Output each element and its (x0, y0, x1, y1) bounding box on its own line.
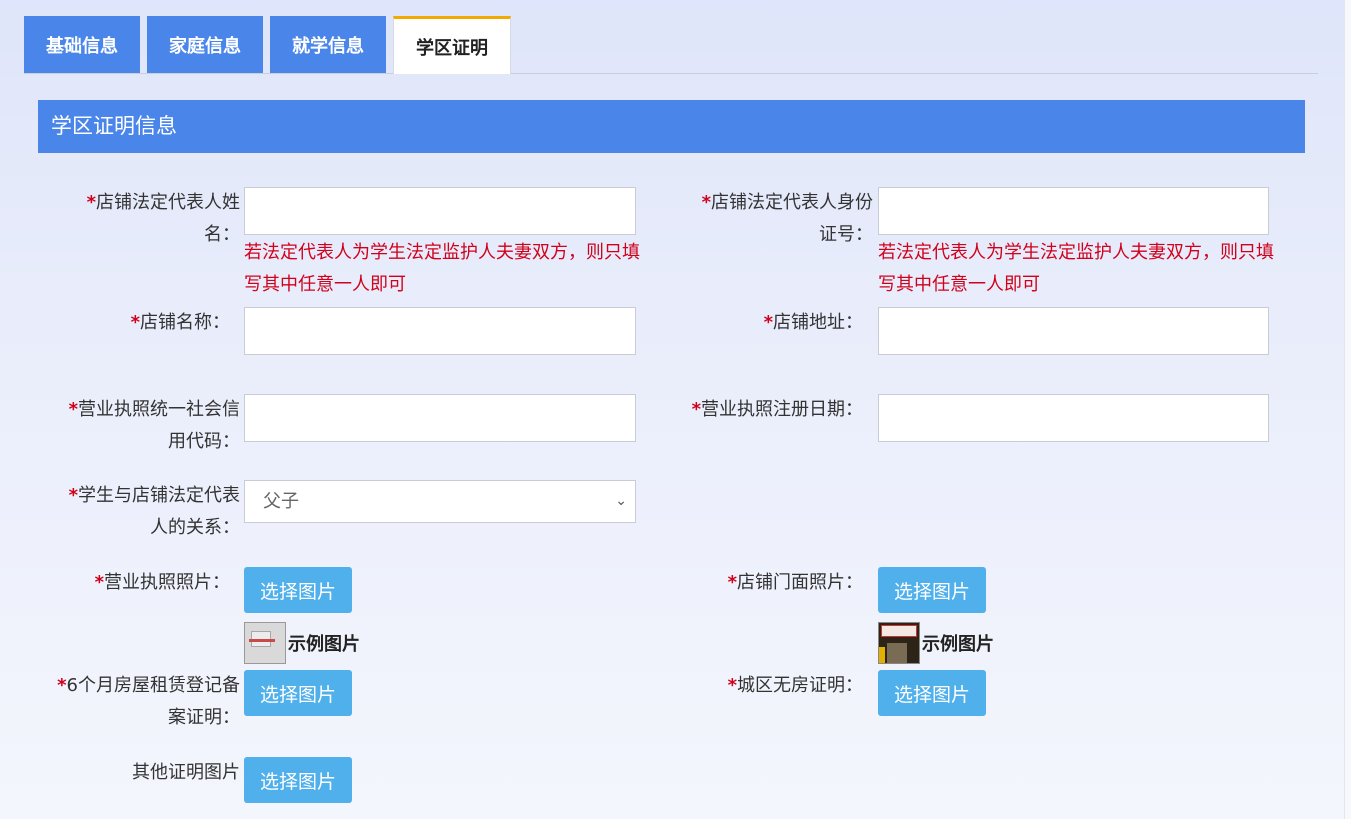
shop-name-label: *店铺名称： (130, 312, 230, 333)
shop-name-input[interactable] (244, 307, 636, 355)
required-mark: * (701, 192, 711, 213)
rep-id-hint: 若法定代表人为学生法定监护人夫妻双方，则只填 写其中任意一人即可 (878, 242, 1274, 295)
rep-id-input[interactable] (878, 187, 1269, 235)
choose-rental-cert-button[interactable]: 选择图片 (244, 670, 352, 716)
tab-family-info[interactable]: 家庭信息 (147, 16, 263, 73)
relation-selected-value: 父子 (263, 491, 299, 512)
relation-label: *学生与店铺法定代表 人的关系： (68, 485, 240, 538)
rep-id-label: *店铺法定代表人身份 证号： (701, 192, 873, 245)
storefront-example-thumbnail[interactable] (878, 622, 920, 664)
credit-code-input[interactable] (244, 394, 636, 442)
required-mark: * (86, 192, 96, 213)
license-example-thumbnail[interactable] (244, 622, 286, 664)
storefront-photo-label: *店铺门面照片： (727, 572, 863, 593)
no-house-cert-label: *城区无房证明： (727, 675, 863, 696)
required-mark: * (727, 572, 737, 593)
shop-address-label: *店铺地址： (763, 312, 863, 333)
other-cert-label: 其他证明图片 (132, 762, 240, 783)
reg-date-label: *营业执照注册日期： (691, 399, 863, 420)
choose-other-cert-button[interactable]: 选择图片 (244, 757, 352, 803)
rental-cert-label: *6个月房屋租赁登记备 案证明： (57, 675, 240, 728)
required-mark: * (68, 399, 78, 420)
license-photo-label: *营业执照照片： (94, 572, 230, 593)
section-title: 学区证明信息 (38, 100, 1305, 153)
tab-school-info[interactable]: 就学信息 (270, 16, 386, 73)
credit-code-label: *营业执照统一社会信 用代码： (68, 399, 240, 452)
required-mark: * (691, 399, 701, 420)
required-mark: * (68, 485, 78, 506)
license-example[interactable]: 示例图片 (244, 622, 360, 664)
page-scrollbar-edge (1344, 0, 1351, 819)
example-image-link[interactable]: 示例图片 (288, 630, 360, 656)
tab-school-district-proof[interactable]: 学区证明 (393, 16, 511, 74)
required-mark: * (727, 675, 737, 696)
choose-no-house-cert-button[interactable]: 选择图片 (878, 670, 986, 716)
choose-storefront-photo-button[interactable]: 选择图片 (878, 567, 986, 613)
tab-bar: 基础信息 家庭信息 就学信息 学区证明 (24, 16, 1318, 74)
required-mark: * (763, 312, 773, 333)
reg-date-input[interactable] (878, 394, 1269, 442)
chevron-down-icon: ⌄ (615, 493, 627, 509)
rep-name-hint: 若法定代表人为学生法定监护人夫妻双方，则只填 写其中任意一人即可 (244, 242, 640, 295)
storefront-example[interactable]: 示例图片 (878, 622, 994, 664)
required-mark: * (94, 572, 104, 593)
example-image-link[interactable]: 示例图片 (922, 630, 994, 656)
shop-address-input[interactable] (878, 307, 1269, 355)
rep-name-input[interactable] (244, 187, 636, 235)
required-mark: * (130, 312, 140, 333)
choose-license-photo-button[interactable]: 选择图片 (244, 567, 352, 613)
rep-name-label: *店铺法定代表人姓 名： (86, 192, 240, 245)
required-mark: * (57, 675, 67, 696)
tab-basic-info[interactable]: 基础信息 (24, 16, 140, 73)
relation-select[interactable]: 父子 ⌄ (244, 480, 636, 523)
